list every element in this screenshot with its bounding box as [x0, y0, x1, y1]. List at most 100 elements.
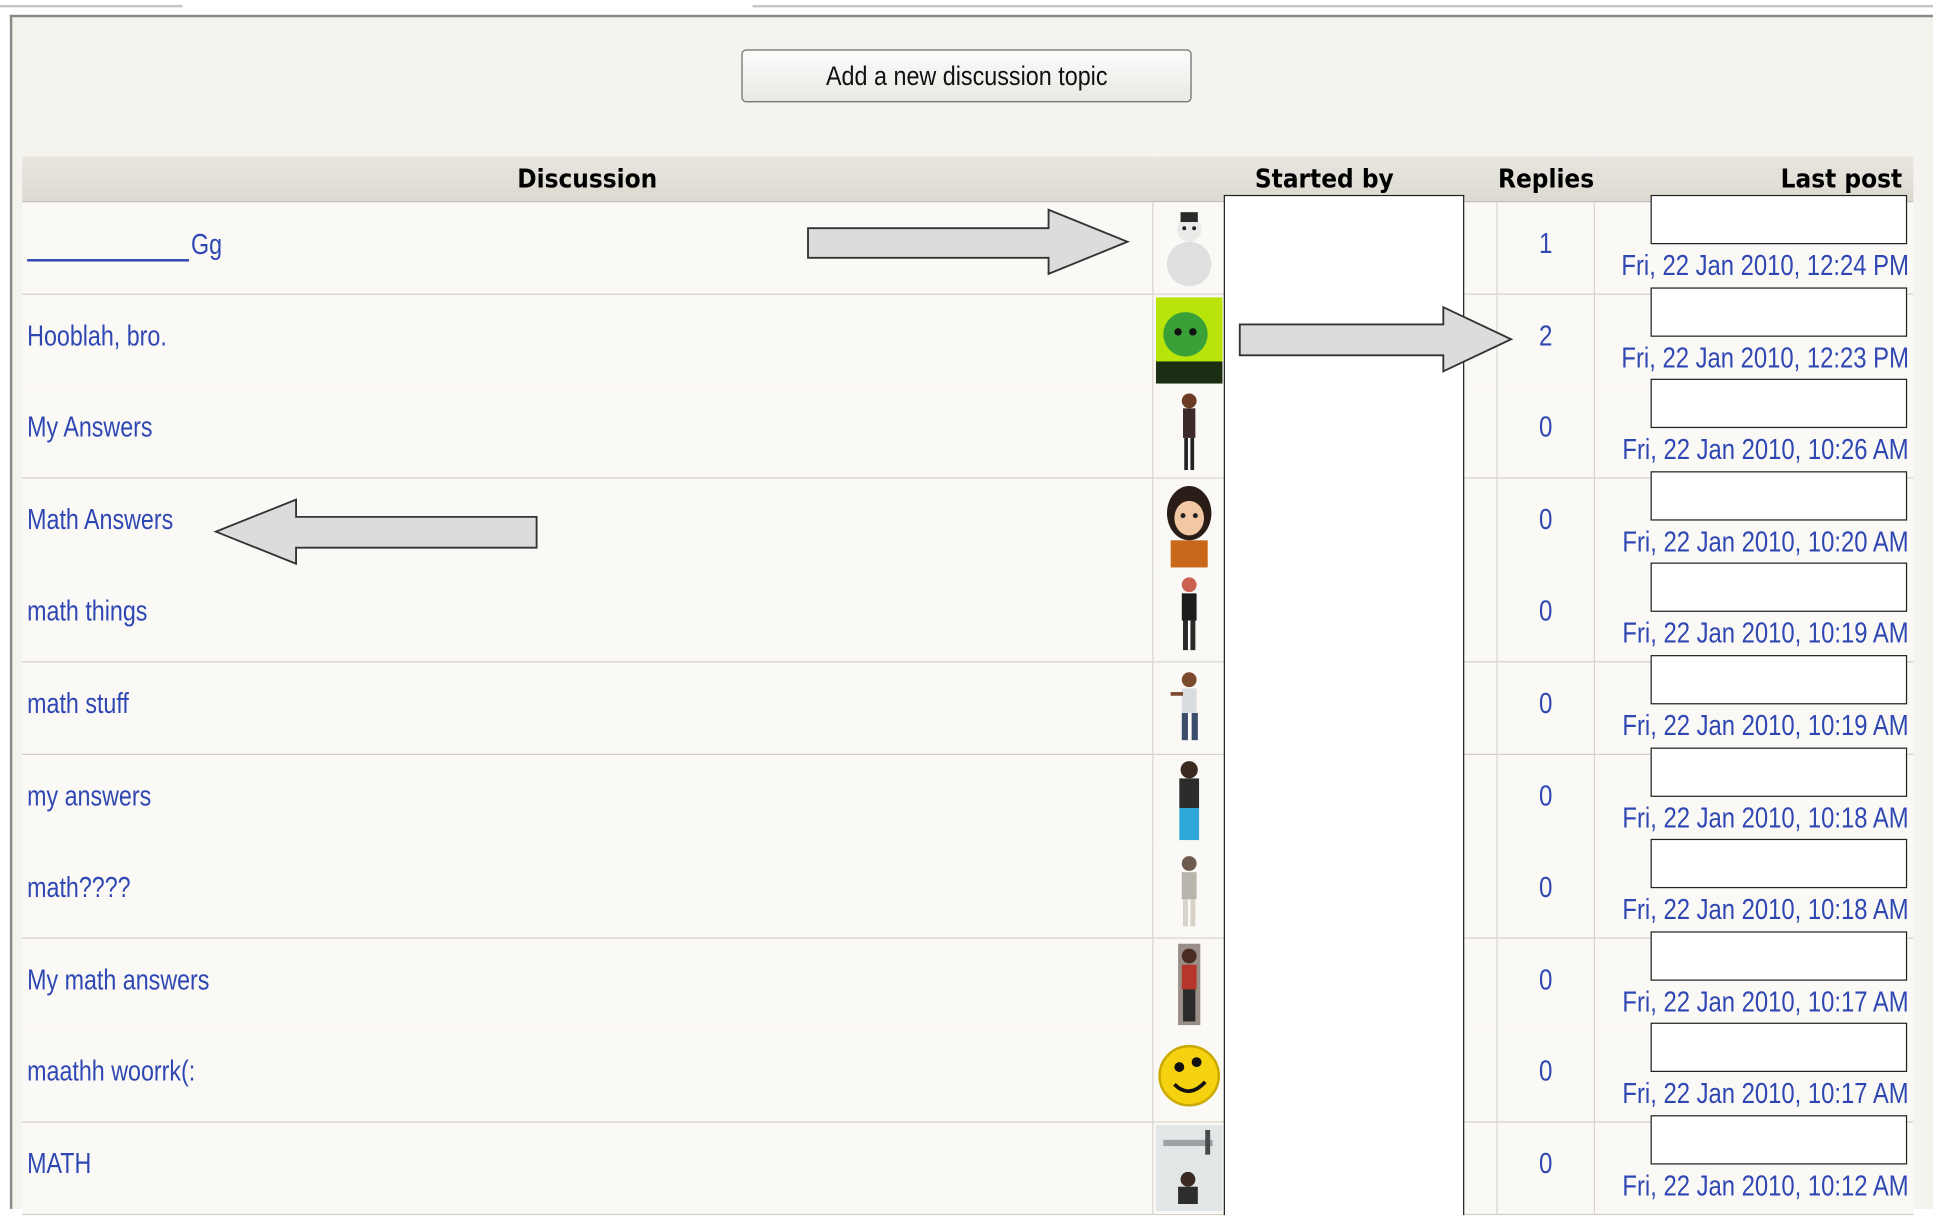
blank-underline	[27, 227, 189, 262]
table-row: MATH 0 Fri, 22 Jan 2010, 10:12 AM	[22, 1122, 1914, 1216]
table-row: maathh woorrk(: 0 Fri, 22 Jan 2010, 10:17 …	[22, 1030, 1914, 1124]
last-post-link[interactable]: Fri, 22 Jan 2010, 10:19 AM	[1622, 709, 1908, 742]
last-post-link[interactable]: Fri, 22 Jan 2010, 12:24 PM	[1621, 249, 1908, 282]
last-post-link[interactable]: Fri, 22 Jan 2010, 10:20 AM	[1622, 525, 1908, 558]
last-post-link[interactable]: Fri, 22 Jan 2010, 10:12 AM	[1622, 1169, 1908, 1202]
snowman-avatar-icon	[1166, 212, 1212, 287]
avatar[interactable]	[1152, 570, 1227, 662]
replies-cell: 0	[1496, 478, 1596, 570]
arrow-right-to-avatar	[807, 208, 1130, 276]
discussion-topic-text: my answers	[27, 779, 152, 812]
cartoon-girl-avatar-icon	[1166, 485, 1212, 568]
redaction-box	[1650, 378, 1908, 429]
discussion-topic-link[interactable]: my answers	[27, 779, 151, 812]
table-row: my answers 0 Fri, 22 Jan 2010, 10:18 AM	[22, 754, 1914, 847]
last-post-link[interactable]: Fri, 22 Jan 2010, 10:17 AM	[1622, 985, 1908, 1018]
discussion-topic-link[interactable]: MATH	[27, 1147, 91, 1180]
avatar[interactable]	[1152, 938, 1227, 1030]
table-row: math things 0 Fri, 22 Jan 2010, 10:19 AM	[22, 570, 1914, 663]
discussion-topic-link[interactable]: My math answers	[27, 963, 209, 996]
redaction-box	[1650, 194, 1908, 245]
avatar[interactable]	[1152, 202, 1227, 294]
top-divider	[752, 4, 1933, 8]
green-face-avatar-icon	[1155, 296, 1223, 384]
redaction-box	[1650, 1023, 1908, 1073]
replies-count-link[interactable]: 1	[1505, 227, 1587, 260]
discussion-topic-text: My math answers	[27, 963, 210, 996]
redaction-box	[1650, 470, 1908, 521]
discussion-topic-link[interactable]: Math Answers	[27, 503, 173, 536]
last-post-link[interactable]: Fri, 22 Jan 2010, 10:18 AM	[1622, 801, 1908, 834]
discussion-topic-text: math????	[27, 871, 131, 904]
avatar[interactable]	[1152, 754, 1227, 846]
discussion-topic-text: MATH	[27, 1147, 92, 1180]
arrow-right-to-replies	[1238, 305, 1514, 373]
discussion-topic-text: My Answers	[27, 411, 153, 444]
replies-count-link[interactable]: 0	[1505, 963, 1587, 996]
table-row: My Answers 0 Fri, 22 Jan 2010, 10:26 AM	[22, 386, 1914, 479]
forum-view: Add a new discussion topic Discussion St…	[0, 0, 1933, 1221]
replies-cell: 1	[1496, 202, 1596, 294]
last-post-link[interactable]: Fri, 22 Jan 2010, 10:17 AM	[1622, 1077, 1908, 1110]
snow-scene-avatar-icon	[1155, 1125, 1223, 1212]
replies-cell: 0	[1496, 570, 1596, 662]
replies-cell: 0	[1496, 1030, 1596, 1122]
redaction-box	[1650, 286, 1908, 337]
figure-red-avatar-icon	[1178, 943, 1201, 1025]
arrow-left-to-topic	[213, 498, 538, 566]
discussion-topic-link[interactable]: math stuff	[27, 687, 129, 720]
replies-count-link[interactable]: 0	[1505, 779, 1587, 812]
discussion-topic-link[interactable]: Hooblah, bro.	[27, 319, 167, 352]
column-header-discussion[interactable]: Discussion	[22, 156, 1153, 203]
discussion-topic-link[interactable]: maathh woorrk(:	[27, 1055, 195, 1088]
replies-count-link[interactable]: 0	[1505, 411, 1587, 444]
replies-count-link[interactable]: 0	[1505, 595, 1587, 628]
table-row: math???? 0 Fri, 22 Jan 2010, 10:18 AM	[22, 846, 1914, 940]
discussion-topic-link[interactable]: math things	[27, 595, 147, 628]
avatar[interactable]	[1152, 1122, 1227, 1214]
discussion-topic-link[interactable]: math????	[27, 871, 130, 904]
figure-blue-avatar-icon	[1179, 760, 1200, 840]
last-post-link[interactable]: Fri, 22 Jan 2010, 10:18 AM	[1622, 893, 1908, 926]
last-post-link[interactable]: Fri, 22 Jan 2010, 10:19 AM	[1622, 617, 1908, 650]
avatar[interactable]	[1152, 294, 1227, 386]
replies-count-link[interactable]: 0	[1505, 1055, 1587, 1088]
table-row: math stuff 0 Fri, 22 Jan 2010, 10:19 AM	[22, 662, 1914, 755]
discussion-topic-link[interactable]: My Answers	[27, 411, 152, 444]
redaction-box	[1650, 931, 1908, 981]
column-header-replies[interactable]: Replies	[1496, 156, 1596, 203]
replies-cell: 0	[1496, 938, 1596, 1030]
avatar[interactable]	[1152, 1030, 1227, 1122]
replies-count-link[interactable]: 0	[1505, 1147, 1587, 1180]
redaction-box	[1650, 655, 1908, 705]
last-post-link[interactable]: Fri, 22 Jan 2010, 12:23 PM	[1621, 341, 1908, 374]
discussion-topic-text: maathh woorrk(:	[27, 1055, 196, 1088]
avatar[interactable]	[1152, 386, 1227, 478]
discussion-topic-text: math things	[27, 595, 148, 628]
avatar[interactable]	[1152, 662, 1227, 754]
smiley-avatar-icon	[1158, 1045, 1221, 1108]
discussion-topic-text: Gg	[191, 228, 223, 261]
redaction-box	[1650, 563, 1908, 613]
redaction-box	[1650, 1115, 1908, 1165]
replies-cell: 0	[1496, 662, 1596, 754]
last-post-link[interactable]: Fri, 22 Jan 2010, 10:26 AM	[1622, 433, 1908, 466]
replies-cell: 0	[1496, 846, 1596, 938]
avatar[interactable]	[1152, 846, 1227, 938]
discussion-topic-text: math stuff	[27, 687, 129, 720]
discussion-topic-link[interactable]: Gg	[27, 227, 222, 262]
redaction-box	[1650, 747, 1908, 797]
girl-figure-avatar-icon	[1181, 393, 1197, 471]
discussion-topic-text: Math Answers	[27, 503, 174, 536]
replies-cell: 0	[1496, 1122, 1596, 1214]
top-divider	[0, 4, 183, 8]
discussion-topic-text: Hooblah, bro.	[27, 319, 167, 352]
replies-count-link[interactable]: 0	[1505, 503, 1587, 536]
avatar[interactable]	[1152, 478, 1227, 570]
redaction-box	[1650, 839, 1908, 889]
figure-pale-avatar-icon	[1181, 856, 1197, 927]
replies-count-link[interactable]: 0	[1505, 871, 1587, 904]
dancing-figure-avatar-icon	[1170, 672, 1198, 741]
replies-count-link[interactable]: 0	[1505, 687, 1587, 720]
add-discussion-topic-button[interactable]: Add a new discussion topic	[741, 49, 1192, 103]
